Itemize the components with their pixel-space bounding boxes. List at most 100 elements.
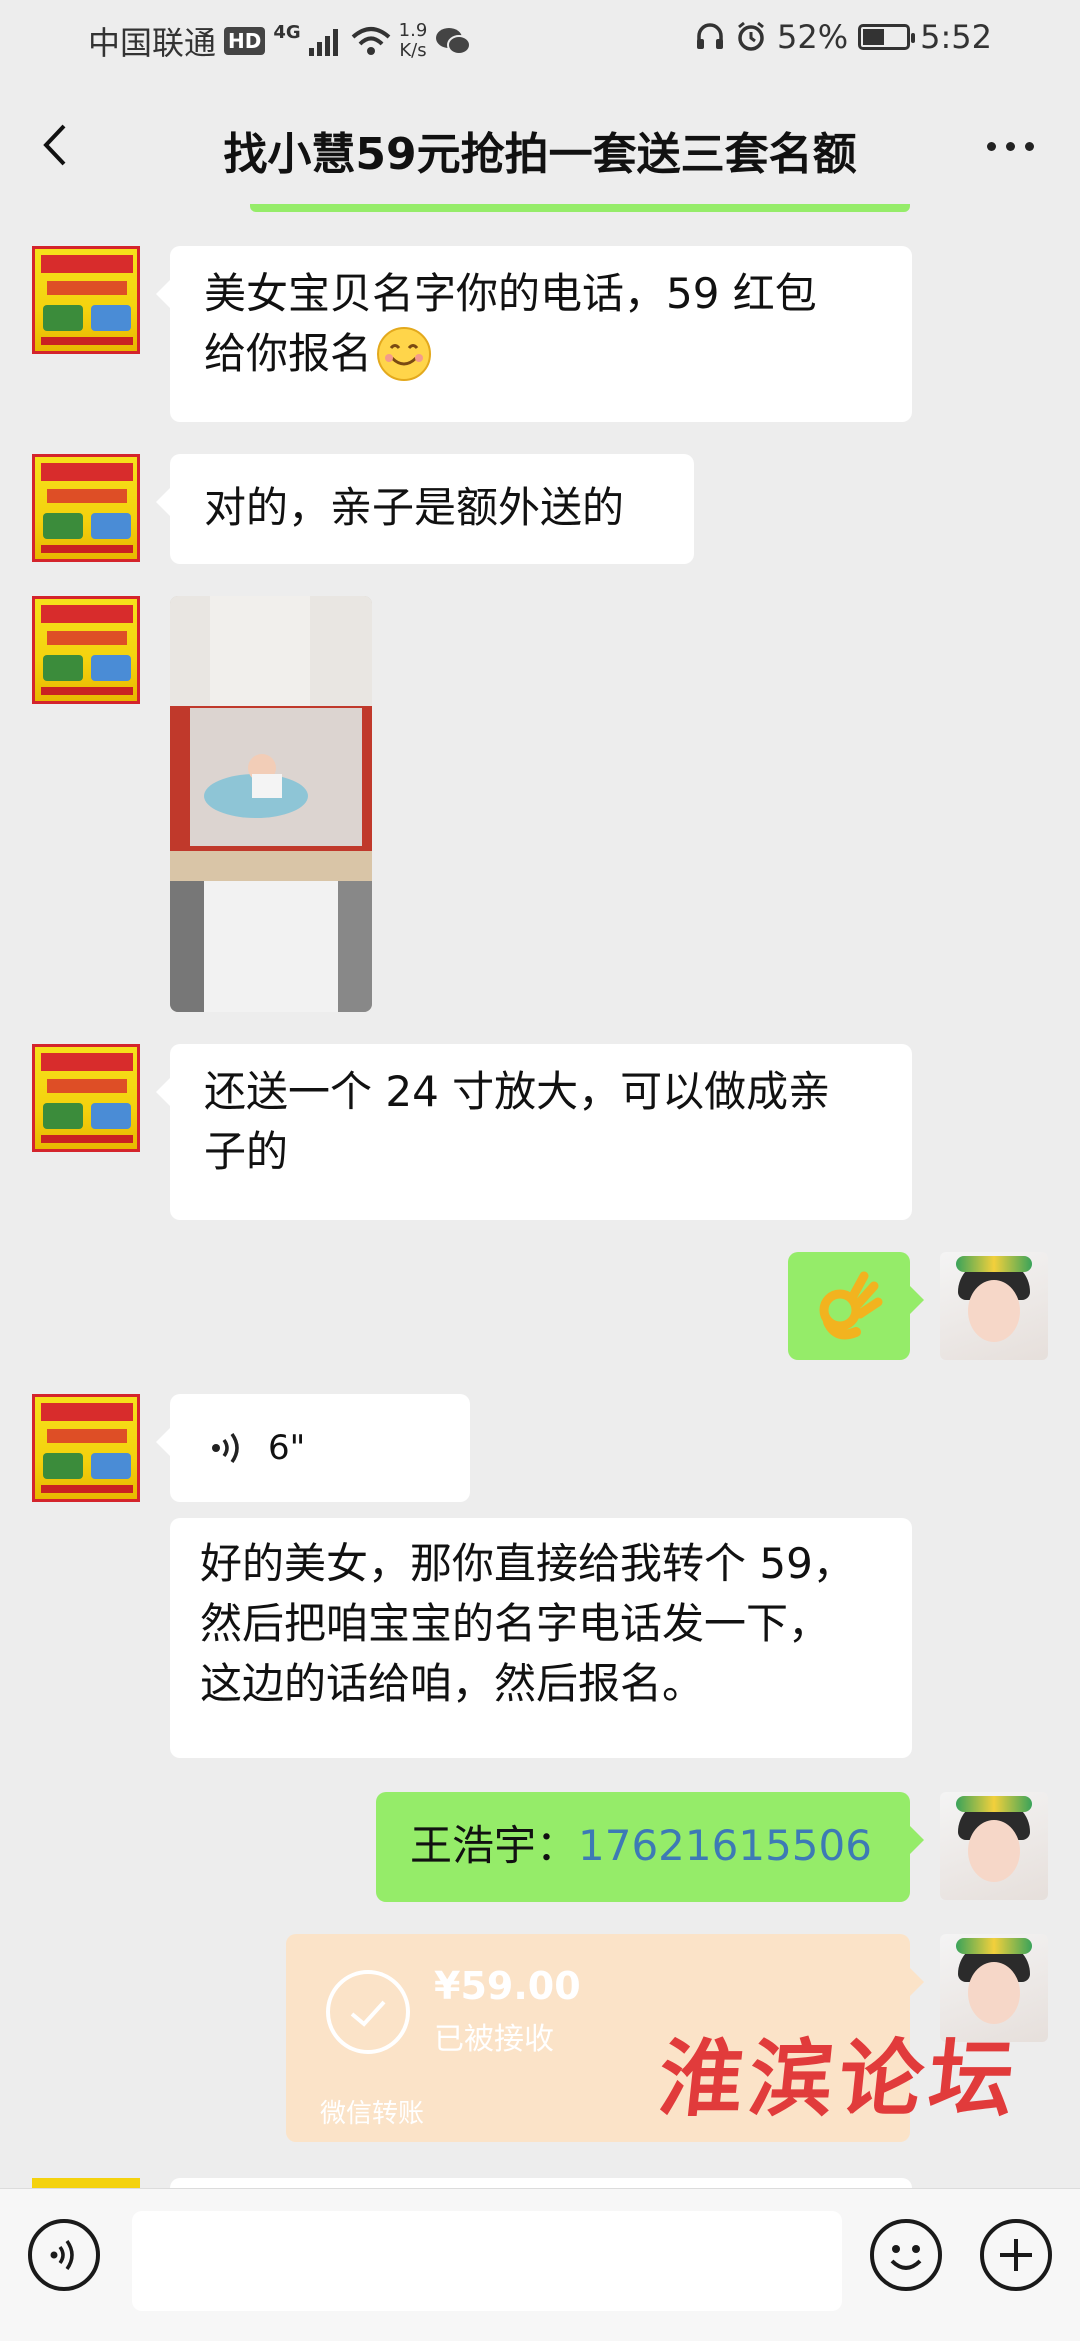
more-options-button[interactable]	[980, 126, 1040, 166]
message-text-line: 然后把咱宝宝的名字电话发一下，	[200, 1599, 831, 1648]
avatar-art	[41, 605, 133, 623]
avatar-art	[47, 1079, 127, 1093]
voice-icon	[50, 2239, 74, 2271]
message-text-line: 还送一个 24 寸放大，可以做成亲	[204, 1067, 831, 1116]
carrier-label: 中国联通	[88, 24, 217, 62]
avatar-art	[47, 489, 127, 503]
avatar-art	[956, 1256, 1032, 1272]
message-text: 对的，亲子是额外送的	[204, 483, 625, 532]
more-functions-button[interactable]	[980, 2219, 1052, 2291]
status-right: 52% 5:52	[695, 18, 992, 56]
previous-message-edge	[250, 204, 910, 212]
transfer-status: 已被接收	[434, 2022, 554, 2057]
message-text: 给你报名	[204, 329, 373, 378]
emoji-message[interactable]	[788, 1252, 924, 1360]
message-bubble[interactable]: 对的，亲子是额外送的	[156, 454, 694, 564]
wechat-icon	[436, 28, 472, 55]
avatar-art	[41, 1403, 133, 1421]
avatar-art	[43, 1103, 83, 1129]
contact-avatar[interactable]	[32, 1044, 140, 1152]
avatar-art	[91, 1103, 131, 1129]
message-bubble[interactable]: 还送一个 24 寸放大，可以做成亲 子的	[156, 1044, 912, 1220]
contact-avatar[interactable]	[32, 246, 140, 354]
hd-badge: HD	[224, 27, 266, 55]
more-dot	[986, 141, 996, 151]
message-bubble[interactable]: 好的美女，那你直接给我转个 59， 然后把咱宝宝的名字电话发一下， 这边的话给咱…	[170, 1518, 912, 1758]
avatar-art	[41, 687, 133, 695]
ok-hand-emoji-icon	[819, 1271, 883, 1340]
voice-input-button[interactable]	[28, 2219, 100, 2291]
avatar-art	[956, 1796, 1032, 1812]
wifi-icon	[351, 27, 390, 55]
avatar-art	[968, 1820, 1020, 1882]
contact-avatar[interactable]	[32, 1394, 140, 1502]
net-speed-unit: K/s	[399, 40, 427, 61]
message-text-line: 美女宝贝名字你的电话，59 红包	[204, 269, 817, 318]
avatar-art	[43, 305, 83, 331]
alarm-icon	[738, 21, 764, 51]
avatar-art	[956, 1938, 1032, 1954]
clock: 5:52	[920, 18, 992, 56]
forum-watermark: 淮滨论坛	[654, 2029, 1025, 2128]
message-bubble[interactable]: 美女宝贝名字你的电话，59 红包 给你报名	[156, 246, 912, 422]
message-text-line: 好的美女，那你直接给我转个 59，	[200, 1539, 855, 1588]
image-message[interactable]	[170, 596, 372, 1012]
photo-thumbnail	[170, 596, 372, 1012]
avatar-art	[41, 1135, 133, 1143]
more-dot	[1024, 141, 1034, 151]
avatar-art	[47, 1429, 127, 1443]
avatar-art	[47, 281, 127, 295]
voice-duration: 6"	[268, 1428, 306, 1468]
my-avatar[interactable]	[940, 1252, 1048, 1360]
avatar-art	[91, 305, 131, 331]
message-input[interactable]	[132, 2211, 842, 2311]
plus-icon	[1000, 2239, 1032, 2271]
status-left: 中国联通 HD 4G 1.9 K/s	[88, 18, 472, 64]
net-speed-value: 1.9	[398, 20, 428, 41]
battery-level	[863, 29, 885, 45]
chat-header: 找小慧59元抢拍一套送三套名额	[0, 80, 1080, 212]
signal-icon	[308, 29, 338, 56]
voice-wave-icon	[212, 1432, 239, 1464]
message-text-line: 子的	[204, 1127, 289, 1176]
avatar-art	[43, 1453, 83, 1479]
avatar-art	[41, 463, 133, 481]
chat-input-bar	[0, 2188, 1080, 2341]
avatar-art	[41, 1485, 133, 1493]
avatar-art	[41, 255, 133, 273]
more-dot	[1005, 141, 1015, 151]
transfer-amount: ¥59.00	[434, 1964, 581, 2008]
contact-avatar[interactable]	[32, 596, 140, 704]
battery-icon	[858, 24, 916, 50]
headphones-icon	[697, 23, 724, 49]
avatar-art	[41, 1053, 133, 1071]
contact-avatar[interactable]	[32, 454, 140, 562]
avatar-art	[91, 1453, 131, 1479]
avatar-art	[91, 513, 131, 539]
message-bubble[interactable]: 王浩宇：17621615506	[376, 1792, 924, 1902]
check-icon	[350, 2000, 386, 2027]
avatar-art	[47, 631, 127, 645]
avatar-art	[968, 1280, 1020, 1342]
status-bar: 中国联通 HD 4G 1.9 K/s 52% 5:52	[0, 0, 1080, 80]
voice-message[interactable]: 6"	[156, 1394, 470, 1502]
avatar-art	[43, 655, 83, 681]
emoji-button[interactable]	[870, 2219, 942, 2291]
message-text-line: 给你报名	[204, 324, 878, 384]
phone-number-link[interactable]: 17621615506	[578, 1821, 872, 1870]
battery-percent: 52%	[777, 18, 849, 56]
check-circle-icon	[326, 1970, 410, 2054]
chat-title: 找小慧59元抢拍一套送三套名额	[223, 129, 857, 180]
message-text-line: 这边的话给咱，然后报名。	[200, 1659, 705, 1708]
emoji-icon	[890, 2245, 922, 2270]
network-type: 4G	[273, 21, 301, 43]
avatar-art	[91, 655, 131, 681]
net-speed: 1.9 K/s	[399, 21, 428, 61]
transfer-footer: 微信转账	[320, 2099, 425, 2129]
message-text: 王浩宇：	[410, 1821, 579, 1870]
avatar-art	[41, 545, 133, 553]
avatar-art	[41, 337, 133, 345]
my-avatar[interactable]	[940, 1792, 1048, 1900]
smile-emoji-icon	[377, 327, 432, 381]
avatar-art	[43, 513, 83, 539]
